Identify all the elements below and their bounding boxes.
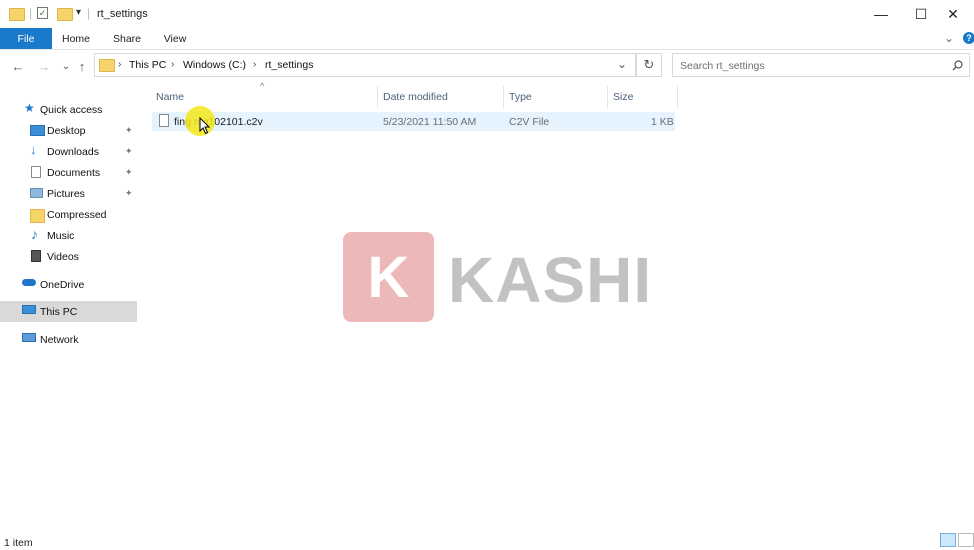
back-button[interactable]: ← [9, 57, 27, 75]
search-input[interactable]: Search rt_settings [680, 60, 765, 72]
refresh-button[interactable]: ↻ [636, 53, 662, 77]
sidebar-item-label: Desktop [47, 124, 86, 137]
file-icon [159, 114, 169, 127]
sidebar-item-downloads[interactable]: ↓ Downloads ✦ [0, 141, 137, 162]
sidebar-item-label: Downloads [47, 145, 99, 158]
file-size: 1 KB [651, 116, 674, 128]
pin-icon[interactable]: ✦ [125, 146, 133, 157]
refresh-icon: ↻ [643, 57, 655, 72]
properties-icon[interactable]: ✓ [37, 7, 48, 19]
ribbon-expand-icon[interactable]: ⌄ [944, 31, 954, 45]
sidebar-item-this-pc[interactable]: This PC [0, 301, 137, 322]
column-header-type[interactable]: Type [509, 86, 532, 108]
column-header-size[interactable]: Size [613, 86, 633, 108]
address-dropdown-icon[interactable]: ⌄ [617, 57, 627, 71]
network-icon [22, 333, 36, 342]
sidebar-item-label: Compressed [47, 208, 107, 221]
tab-view[interactable]: View [154, 28, 196, 49]
sidebar-item-compressed[interactable]: Compressed [0, 204, 137, 225]
details-view-button[interactable] [940, 533, 956, 547]
pin-icon[interactable]: ✦ [125, 188, 133, 199]
videos-icon [31, 250, 41, 262]
pictures-icon [30, 188, 43, 198]
maximize-icon: ☐ [914, 5, 928, 22]
breadcrumb-rt-settings[interactable]: rt_settings [265, 59, 313, 71]
separator: | [29, 6, 33, 20]
breadcrumb-this-pc[interactable]: This PC [129, 59, 166, 71]
navigation-pane: ★ Quick access Desktop ✦ ↓ Downloads ✦ D… [0, 90, 140, 530]
sidebar-item-label: OneDrive [40, 278, 85, 291]
pin-icon[interactable]: ✦ [125, 125, 133, 136]
column-divider[interactable] [377, 86, 378, 108]
breadcrumb-windows-c[interactable]: Windows (C:) [183, 59, 246, 71]
mouse-pointer-icon [199, 117, 211, 135]
help-icon[interactable]: ? [963, 32, 974, 44]
up-button[interactable]: ↑ [73, 57, 91, 75]
forward-button[interactable]: → [35, 57, 53, 75]
sidebar-item-label: Network [40, 333, 79, 346]
cloud-icon [22, 279, 36, 286]
large-icons-view-button[interactable] [958, 533, 974, 547]
folder-icon [99, 59, 115, 72]
search-icon[interactable] [952, 60, 963, 71]
column-divider[interactable] [607, 86, 608, 108]
address-bar[interactable]: › This PC › Windows (C:) › rt_settings ⌄ [94, 53, 636, 77]
watermark-logo-letter: K [367, 244, 410, 310]
watermark-logo: K [343, 232, 434, 322]
computer-icon [22, 305, 36, 314]
sidebar-item-network[interactable]: Network [0, 329, 137, 350]
column-divider[interactable] [503, 86, 504, 108]
table-row[interactable]: fing ntg102101.c2v 5/23/2021 11:50 AM C2… [152, 112, 675, 131]
download-icon: ↓ [30, 142, 37, 157]
sidebar-item-onedrive[interactable]: OneDrive [0, 274, 137, 295]
sidebar-item-label: Videos [47, 250, 79, 263]
sidebar-item-quick-access[interactable]: ★ Quick access [0, 99, 137, 120]
item-count: 1 item [4, 537, 33, 549]
watermark-text: KASHI [448, 244, 653, 316]
column-header-name[interactable]: Name [156, 86, 184, 108]
close-button[interactable]: ✕ [930, 0, 974, 28]
title-bar: | ✓ ▾ | rt_settings — ☐ ✕ [0, 0, 974, 28]
search-box[interactable]: Search rt_settings [672, 53, 970, 77]
sidebar-item-label: This PC [40, 305, 78, 318]
status-bar: 1 item [0, 530, 974, 550]
window-title: rt_settings [97, 8, 148, 20]
folder-icon [9, 8, 25, 21]
tab-file[interactable]: File [0, 28, 52, 49]
sidebar-item-pictures[interactable]: Pictures ✦ [0, 183, 137, 204]
ribbon: File Home Share View ⌄ ? [0, 28, 974, 50]
tab-home[interactable]: Home [54, 28, 98, 49]
column-divider[interactable] [677, 86, 678, 108]
sidebar-item-label: Music [47, 229, 75, 242]
customize-toolbar-icon[interactable]: ▾ [76, 7, 81, 18]
documents-icon [31, 166, 41, 178]
breadcrumb-chevron-icon[interactable]: › [171, 59, 174, 70]
folder-icon [30, 209, 45, 223]
sidebar-item-documents[interactable]: Documents ✦ [0, 162, 137, 183]
sort-ascending-icon: ^ [260, 81, 265, 91]
close-icon: ✕ [947, 5, 959, 22]
pin-icon[interactable]: ✦ [125, 167, 133, 178]
breadcrumb-chevron-icon[interactable]: › [118, 59, 121, 70]
desktop-icon [30, 125, 45, 136]
new-folder-icon[interactable] [57, 8, 73, 21]
column-header-date-modified[interactable]: Date modified [383, 86, 448, 108]
sidebar-item-videos[interactable]: Videos [0, 246, 137, 267]
star-icon: ★ [24, 101, 35, 115]
sidebar-item-music[interactable]: ♪ Music [0, 225, 137, 246]
minimize-icon: — [874, 6, 888, 22]
music-icon: ♪ [31, 226, 38, 242]
tab-share[interactable]: Share [104, 28, 150, 49]
sidebar-item-label: Documents [47, 166, 101, 179]
file-type: C2V File [509, 116, 550, 128]
sidebar-item-label: Quick access [40, 103, 103, 116]
sidebar-item-desktop[interactable]: Desktop ✦ [0, 120, 137, 141]
file-date-modified: 5/23/2021 11:50 AM [383, 116, 477, 128]
breadcrumb-chevron-icon[interactable]: › [253, 59, 256, 70]
sidebar-item-label: Pictures [47, 187, 85, 200]
separator: | [87, 6, 91, 20]
